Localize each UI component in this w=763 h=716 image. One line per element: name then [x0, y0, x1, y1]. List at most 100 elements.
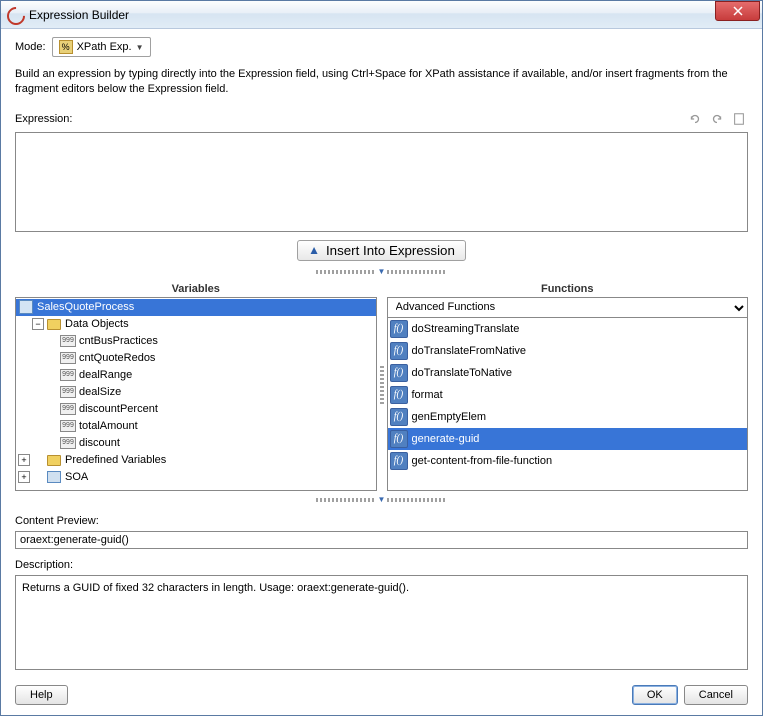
variable-icon: 999 [60, 403, 76, 415]
tree-variable-item[interactable]: 999totalAmount [16, 418, 376, 435]
expression-toolbar [686, 110, 748, 128]
splitter-horizontal-top[interactable]: ▼ [15, 267, 748, 277]
mode-dropdown[interactable]: % XPath Exp. ▼ [52, 37, 151, 57]
undo-button[interactable] [686, 110, 704, 128]
variable-icon: 999 [60, 437, 76, 449]
help-button[interactable]: Help [15, 685, 68, 705]
function-label: doTranslateFromNative [412, 345, 527, 357]
panels-row: Variables SalesQuoteProcess − Data Objec… [15, 281, 748, 491]
tree-variable-item[interactable]: 999discount [16, 435, 376, 452]
expression-builder-window: Expression Builder Mode: % XPath Exp. ▼ … [0, 0, 763, 716]
function-label: generate-guid [412, 433, 480, 445]
splitter-horizontal-bottom[interactable]: ▼ [15, 495, 748, 505]
function-label: doStreamingTranslate [412, 323, 520, 335]
soa-label: SOA [65, 471, 88, 483]
app-icon [7, 7, 23, 23]
tree-predefined[interactable]: + Predefined Variables [16, 452, 376, 469]
variable-label: discountPercent [79, 403, 158, 415]
tree-root[interactable]: SalesQuoteProcess [16, 299, 376, 316]
function-icon: f() [390, 452, 408, 470]
ok-button[interactable]: OK [632, 685, 678, 705]
functions-header: Functions [387, 281, 749, 297]
variable-label: totalAmount [79, 420, 138, 432]
tree-variable-item[interactable]: 999cntQuoteRedos [16, 350, 376, 367]
functions-panel: Functions Advanced Functions f() doStream… [387, 281, 749, 491]
chevron-down-icon: ▼ [136, 43, 144, 52]
splitter-vertical[interactable] [377, 281, 387, 491]
clear-button[interactable] [730, 110, 748, 128]
expression-header: Expression: [15, 110, 748, 128]
function-icon: f() [390, 386, 408, 404]
variable-label: cntQuoteRedos [79, 352, 155, 364]
function-item[interactable]: f()format [388, 384, 748, 406]
tree-variable-item[interactable]: 999dealSize [16, 384, 376, 401]
variable-label: dealRange [79, 369, 132, 381]
predefined-label: Predefined Variables [65, 454, 166, 466]
expression-input[interactable] [15, 132, 748, 232]
insert-button-label: Insert Into Expression [326, 243, 455, 258]
folder-icon [47, 319, 61, 330]
collapse-toggle[interactable]: − [32, 318, 44, 330]
function-icon: f() [390, 342, 408, 360]
mode-row: Mode: % XPath Exp. ▼ [15, 37, 748, 57]
close-button[interactable] [715, 1, 760, 21]
function-icon: f() [390, 364, 408, 382]
collapse-up-icon: ▼ [378, 267, 386, 276]
variable-icon: 999 [60, 352, 76, 364]
function-label: doTranslateToNative [412, 367, 512, 379]
mode-value: XPath Exp. [77, 41, 132, 53]
function-category-select[interactable]: Advanced Functions [388, 298, 748, 318]
folder-icon [47, 455, 61, 466]
tree-data-objects[interactable]: − Data Objects [16, 316, 376, 333]
function-icon: f() [390, 430, 408, 448]
content-preview-field [15, 531, 748, 549]
function-label: get-content-from-file-function [412, 455, 553, 467]
function-item[interactable]: f() doTranslateToNative [388, 362, 748, 384]
variables-panel: Variables SalesQuoteProcess − Data Objec… [15, 281, 377, 491]
function-item[interactable]: f() get-content-from-file-function [388, 450, 748, 472]
tree-variable-item[interactable]: 999cntBusPractices [16, 333, 376, 350]
variable-label: dealSize [79, 386, 121, 398]
functions-list[interactable]: f() doStreamingTranslate f() doTranslateFro… [388, 318, 748, 490]
redo-button[interactable] [708, 110, 726, 128]
content-area: Mode: % XPath Exp. ▼ Build an expression… [1, 29, 762, 715]
variable-label: cntBusPractices [79, 335, 158, 347]
help-text: Build an expression by typing directly i… [15, 67, 748, 98]
tree-soa[interactable]: + SOA [16, 469, 376, 486]
functions-content: Advanced Functions f() doStreamingTransla… [387, 297, 749, 491]
variables-tree[interactable]: SalesQuoteProcess − Data Objects 999cntB… [15, 297, 377, 491]
process-icon [19, 300, 33, 314]
insert-into-expression-button[interactable]: ▲ Insert Into Expression [297, 240, 466, 261]
description-box: Returns a GUID of fixed 32 characters in… [15, 575, 748, 670]
variable-icon: 999 [60, 335, 76, 347]
titlebar[interactable]: Expression Builder [1, 1, 762, 29]
function-icon: f() [390, 408, 408, 426]
cancel-button[interactable]: Cancel [684, 685, 748, 705]
collapse-down-icon: ▼ [378, 495, 386, 504]
variable-icon: 999 [60, 369, 76, 381]
variables-header: Variables [15, 281, 377, 297]
function-item[interactable]: f() genEmptyElem [388, 406, 748, 428]
close-icon [733, 6, 743, 16]
expand-toggle[interactable]: + [18, 454, 30, 466]
expression-label: Expression: [15, 113, 72, 125]
insert-row: ▲ Insert Into Expression [15, 240, 748, 261]
soa-icon [47, 471, 61, 483]
preview-label: Content Preview: [15, 515, 748, 527]
expand-toggle[interactable]: + [18, 471, 30, 483]
window-title: Expression Builder [29, 8, 715, 22]
variable-label: discount [79, 437, 120, 449]
variable-icon: 999 [60, 386, 76, 398]
xpath-icon: % [59, 40, 73, 54]
function-item[interactable]: f() doTranslateFromNative [388, 340, 748, 362]
arrow-up-icon: ▲ [308, 243, 320, 257]
variable-icon: 999 [60, 420, 76, 432]
description-label: Description: [15, 559, 748, 571]
function-item[interactable]: f() generate-guid [388, 428, 748, 450]
tree-variable-item[interactable]: 999discountPercent [16, 401, 376, 418]
function-icon: f() [390, 320, 408, 338]
function-label: genEmptyElem [412, 411, 487, 423]
function-item[interactable]: f() doStreamingTranslate [388, 318, 748, 340]
tree-variable-item[interactable]: 999dealRange [16, 367, 376, 384]
data-objects-label: Data Objects [65, 318, 129, 330]
